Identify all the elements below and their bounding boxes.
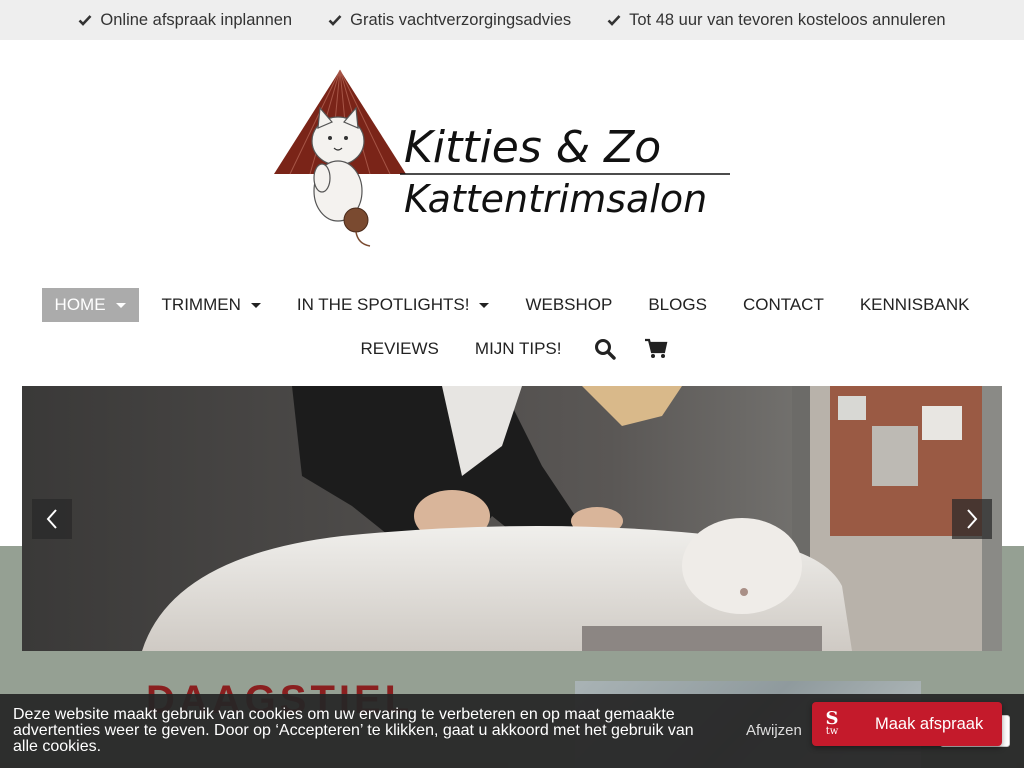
caret-down-icon bbox=[479, 302, 490, 308]
main-nav-row-2: REVIEWS MIJN TIPS! bbox=[0, 332, 1024, 366]
usp-label: Online afspraak inplannen bbox=[100, 10, 293, 29]
nav-label: IN THE SPOTLIGHTS! bbox=[296, 295, 470, 314]
salonized-logo-icon: S tw bbox=[812, 702, 853, 746]
usp-label: Gratis vachtverzorgingsadvies bbox=[350, 10, 572, 29]
check-icon bbox=[328, 15, 342, 26]
check-icon bbox=[78, 15, 92, 26]
hero-image bbox=[22, 386, 1002, 651]
nav-label: REVIEWS bbox=[360, 339, 439, 358]
nav-item-home[interactable]: HOME bbox=[41, 288, 139, 322]
cookie-decline-button[interactable]: Afwijzen bbox=[746, 722, 802, 739]
cart-button[interactable] bbox=[630, 332, 682, 366]
nav-label: TRIMMEN bbox=[161, 295, 241, 314]
nav-item-spotlights[interactable]: IN THE SPOTLIGHTS! bbox=[284, 288, 503, 322]
nav-label: WEBSHOP bbox=[525, 295, 613, 314]
nav-item-contact[interactable]: CONTACT bbox=[730, 288, 837, 322]
logo-s: S bbox=[825, 708, 839, 729]
hero-slider bbox=[22, 386, 1002, 651]
chevron-left-icon bbox=[46, 509, 57, 529]
slider-next-button[interactable] bbox=[952, 499, 992, 539]
nav-label: MIJN TIPS! bbox=[474, 339, 562, 358]
chevron-right-icon bbox=[967, 509, 978, 529]
search-icon bbox=[594, 339, 616, 360]
logo-graphic: Kitties & Zo Kattentrimsalon bbox=[274, 69, 730, 247]
search-button[interactable] bbox=[580, 332, 630, 366]
caret-down-icon bbox=[250, 302, 261, 308]
book-appointment-button[interactable]: S tw Maak afspraak bbox=[812, 702, 1002, 746]
check-icon bbox=[607, 15, 621, 26]
nav-item-webshop[interactable]: WEBSHOP bbox=[512, 288, 625, 322]
usp-item: Tot 48 uur van tevoren kosteloos annuler… bbox=[607, 10, 946, 30]
main-nav: HOME TRIMMEN IN THE SPOTLIGHTS! WEBSHOP … bbox=[0, 288, 1024, 322]
nav-label: BLOGS bbox=[648, 295, 707, 314]
nav-item-trimmen[interactable]: TRIMMEN bbox=[149, 288, 274, 322]
nav-item-blogs[interactable]: BLOGS bbox=[635, 288, 720, 322]
nav-item-mijn-tips[interactable]: MIJN TIPS! bbox=[462, 332, 575, 366]
nav-label: HOME bbox=[54, 295, 106, 314]
nav-label: CONTACT bbox=[742, 295, 824, 314]
nav-label: KENNISBANK bbox=[859, 295, 970, 314]
usp-item: Gratis vachtverzorgingsadvies bbox=[328, 11, 571, 30]
slider-prev-button[interactable] bbox=[32, 499, 72, 539]
usp-bar: Online afspraak inplannen Gratis vachtve… bbox=[0, 0, 1024, 40]
usp-item: Online afspraak inplannen bbox=[78, 11, 292, 30]
logo-subtitle: Kattentrimsalon bbox=[404, 177, 707, 221]
nav-item-reviews[interactable]: REVIEWS bbox=[348, 332, 452, 366]
logo-tw: tw bbox=[825, 726, 839, 737]
site-logo[interactable]: Kitties & Zo Kattentrimsalon bbox=[270, 66, 740, 252]
nav-item-kennisbank[interactable]: KENNISBANK bbox=[847, 288, 983, 322]
caret-down-icon bbox=[115, 302, 126, 308]
cookie-message: Deze website maakt gebruik van cookies o… bbox=[13, 706, 694, 755]
usp-label: Tot 48 uur van tevoren kosteloos annuler… bbox=[629, 10, 946, 29]
book-appointment-label: Maak afspraak bbox=[875, 714, 984, 733]
logo-title: Kitties & Zo bbox=[404, 122, 661, 173]
cart-icon bbox=[644, 338, 667, 358]
